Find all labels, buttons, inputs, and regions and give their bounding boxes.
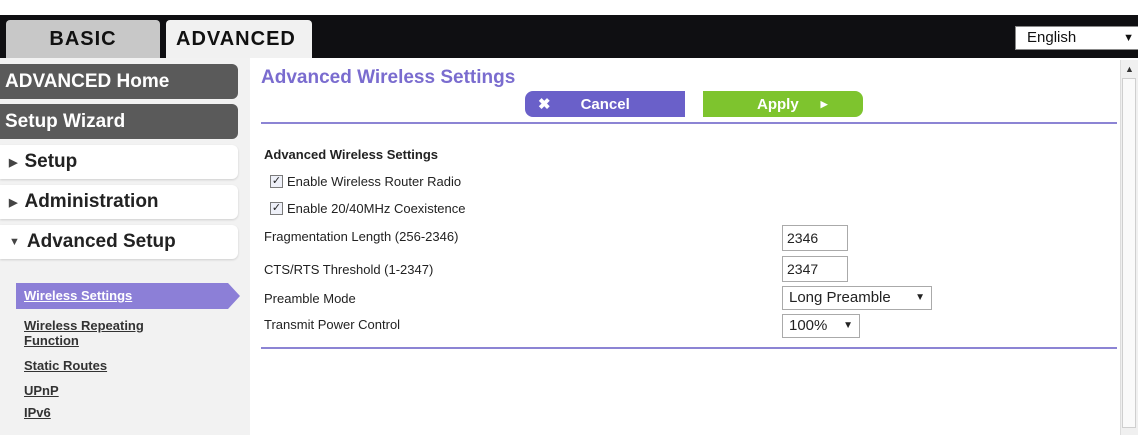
subnav-static-routes[interactable]: Static Routes bbox=[24, 358, 107, 373]
page-title: Advanced Wireless Settings bbox=[261, 67, 516, 88]
subnav-ipv6[interactable]: IPv6 bbox=[24, 405, 51, 420]
caret-right-icon: ▶ bbox=[9, 196, 18, 209]
tab-basic[interactable]: BASIC bbox=[6, 20, 160, 58]
scrollbar-thumb[interactable] bbox=[1122, 78, 1136, 428]
caret-down-icon: ▼ bbox=[9, 236, 20, 248]
fragmentation-label: Fragmentation Length (256-2346) bbox=[264, 229, 459, 244]
subnav-wireless-repeating[interactable]: Wireless Repeating bbox=[24, 318, 144, 333]
subnav-active-item[interactable]: Wireless Settings bbox=[16, 283, 240, 309]
sidebar-item-setup[interactable]: ▶ Setup bbox=[0, 145, 238, 179]
section-title: Advanced Wireless Settings bbox=[264, 147, 438, 162]
language-value: English bbox=[1027, 29, 1077, 46]
cts-rts-input[interactable] bbox=[782, 256, 848, 282]
caret-right-icon: ▶ bbox=[9, 156, 18, 169]
language-select[interactable]: English ▼ bbox=[1015, 26, 1138, 50]
cancel-button[interactable]: ✖ Cancel bbox=[525, 91, 685, 117]
subnav-upnp[interactable]: UPnP bbox=[24, 383, 59, 398]
subnav-wireless-repeating-function[interactable]: Function bbox=[24, 333, 79, 348]
preamble-select[interactable]: Long Preamble ▼ bbox=[782, 286, 932, 310]
transmit-power-label: Transmit Power Control bbox=[264, 317, 401, 332]
divider-top bbox=[261, 122, 1117, 124]
apply-button[interactable]: Apply ▶ bbox=[703, 91, 863, 117]
preamble-value: Long Preamble bbox=[789, 289, 891, 306]
cancel-label: Cancel bbox=[580, 95, 630, 113]
checkbox-label: Enable 20/40MHz Coexistence bbox=[287, 201, 466, 216]
scrollbar[interactable]: ▲ bbox=[1120, 60, 1138, 435]
checkbox-row-coexistence[interactable]: ✓ Enable 20/40MHz Coexistence bbox=[270, 201, 466, 216]
checkbox-row-radio[interactable]: ✓ Enable Wireless Router Radio bbox=[270, 174, 461, 189]
sidebar-item-label: Setup bbox=[24, 151, 78, 172]
transmit-power-value: 100% bbox=[789, 317, 828, 334]
subnav-wireless-settings[interactable]: Wireless Settings bbox=[24, 288, 132, 303]
sidebar-item-label: Advanced Setup bbox=[26, 231, 176, 252]
chevron-down-icon: ▼ bbox=[915, 292, 925, 303]
tab-advanced[interactable]: ADVANCED bbox=[166, 20, 312, 58]
close-icon: ✖ bbox=[538, 96, 551, 113]
enable-coexistence-checkbox[interactable]: ✓ bbox=[270, 202, 283, 215]
apply-label: Apply bbox=[757, 95, 799, 113]
sidebar-item-label: Administration bbox=[24, 191, 159, 212]
divider-bottom bbox=[261, 347, 1117, 349]
chevron-down-icon: ▼ bbox=[843, 320, 853, 331]
main-panel bbox=[250, 58, 1138, 435]
sidebar-item-administration[interactable]: ▶ Administration bbox=[0, 185, 238, 219]
top-bar: BASIC ADVANCED English ▼ bbox=[0, 0, 1138, 58]
checkbox-label: Enable Wireless Router Radio bbox=[287, 174, 462, 189]
sidebar-item-advanced-setup[interactable]: ▼ Advanced Setup bbox=[0, 225, 238, 259]
transmit-power-select[interactable]: 100% ▼ bbox=[782, 314, 860, 338]
play-icon: ▶ bbox=[820, 98, 828, 109]
fragmentation-input[interactable] bbox=[782, 225, 848, 251]
enable-radio-checkbox[interactable]: ✓ bbox=[270, 175, 283, 188]
chevron-down-icon: ▼ bbox=[1123, 32, 1134, 44]
preamble-label: Preamble Mode bbox=[264, 291, 356, 306]
scroll-up-icon[interactable]: ▲ bbox=[1125, 64, 1134, 74]
cts-rts-label: CTS/RTS Threshold (1-2347) bbox=[264, 262, 434, 277]
sidebar-item-setup-wizard[interactable]: Setup Wizard bbox=[0, 104, 238, 139]
sidebar-item-advanced-home[interactable]: ADVANCED Home bbox=[0, 64, 238, 99]
